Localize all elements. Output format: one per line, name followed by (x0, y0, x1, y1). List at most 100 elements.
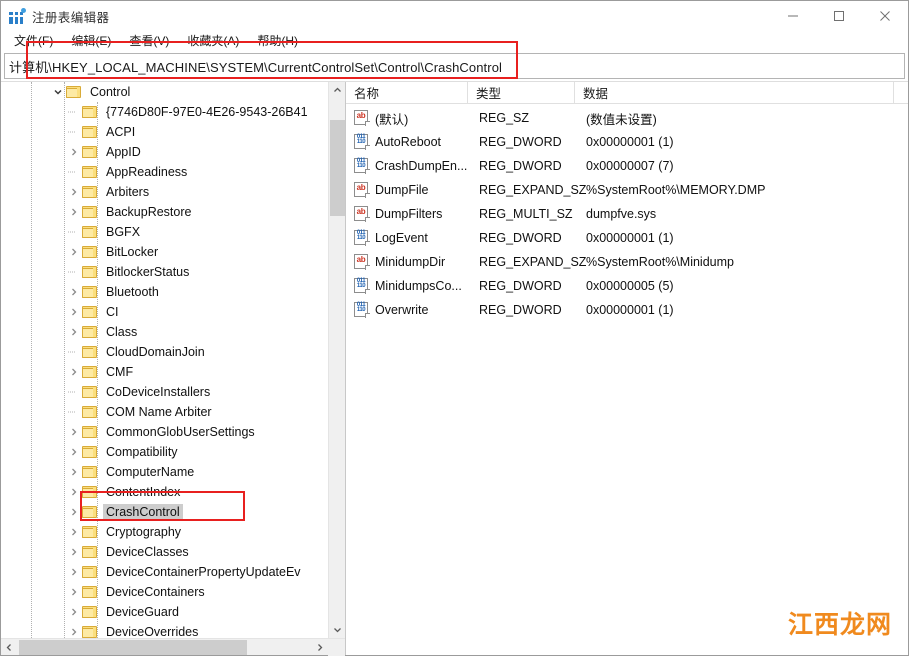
tree-hscroll-thumb[interactable] (19, 640, 247, 655)
value-row[interactable]: 011 110 AutoReboot REG_DWORD 0x00000001 (1) (346, 130, 908, 154)
tree-item[interactable]: DeviceContainers (1, 582, 326, 602)
address-bar[interactable]: 计算机\HKEY_LOCAL_MACHINE\SYSTEM\CurrentCon… (4, 53, 905, 79)
tree-item-label: ContentIndex (106, 485, 181, 499)
value-row[interactable]: 011 110 MinidumpsCo... REG_DWORD 0x00000005 … (346, 274, 908, 298)
tree-item[interactable]: BitLocker (1, 242, 326, 262)
tree-item[interactable]: DeviceOverrides (1, 622, 326, 638)
tree-item-label: CI (106, 305, 119, 319)
minimize-button[interactable] (770, 1, 816, 31)
chevron-right-icon[interactable] (66, 422, 82, 442)
menu-item-2[interactable]: 编辑(E) (62, 32, 120, 51)
tree-item[interactable]: CloudDomainJoin (1, 342, 326, 362)
dword-value-icon: 011 110 (354, 158, 370, 174)
chevron-right-icon[interactable] (66, 442, 82, 462)
folder-icon (82, 605, 98, 619)
menu-item-4[interactable]: 收藏夹(A) (178, 32, 248, 51)
tree-horizontal-scrollbar[interactable] (1, 638, 345, 656)
tree-leaf-connector (66, 222, 82, 242)
chevron-right-icon[interactable] (66, 362, 82, 382)
tree-item[interactable]: AppReadiness (1, 162, 326, 182)
tree-area: Control {7746D80F-97E0-4E26-9543-26B41 ACP… (1, 82, 345, 638)
tree-item[interactable]: BGFX (1, 222, 326, 242)
tree-item-label: Class (106, 325, 138, 339)
tree-item[interactable]: {7746D80F-97E0-4E26-9543-26B41 (1, 102, 326, 122)
chevron-right-icon[interactable] (66, 542, 82, 562)
value-row[interactable]: ab DumpFilters REG_MULTI_SZ dumpfve.sys (346, 202, 908, 226)
chevron-right-icon[interactable] (66, 182, 82, 202)
tree-item[interactable]: CoDeviceInstallers (1, 382, 326, 402)
tree-item-label: BitLocker (106, 245, 159, 259)
tree-item[interactable]: DeviceClasses (1, 542, 326, 562)
registry-values-list: ab (默认) REG_SZ (数值未设置) 011 110 AutoReboot REG_D… (346, 104, 908, 655)
tree-item-label: AppReadiness (106, 165, 188, 179)
chevron-right-icon[interactable] (66, 522, 82, 542)
chevron-right-icon[interactable] (66, 142, 82, 162)
tree-item[interactable]: CI (1, 302, 326, 322)
chevron-right-icon[interactable] (66, 482, 82, 502)
tree-item[interactable]: AppID (1, 142, 326, 162)
value-row[interactable]: 011 110 LogEvent REG_DWORD 0x00000001 (1) (346, 226, 908, 250)
tree-item[interactable]: BackupRestore (1, 202, 326, 222)
value-row[interactable]: ab MinidumpDir REG_EXPAND_SZ %SystemRoot%\M… (346, 250, 908, 274)
tree-item[interactable]: ContentIndex (1, 482, 326, 502)
tree-item[interactable]: Bluetooth (1, 282, 326, 302)
tree-item-label: COM Name Arbiter (106, 405, 212, 419)
chevron-down-icon[interactable] (50, 82, 66, 102)
tree-item[interactable]: DeviceContainerPropertyUpdateEv (1, 562, 326, 582)
tree-item[interactable]: ComputerName (1, 462, 326, 482)
tree-item[interactable]: DeviceGuard (1, 602, 326, 622)
watermark: 江西龙网 (787, 610, 892, 639)
tree-item[interactable]: ACPI (1, 122, 326, 142)
chevron-right-icon[interactable] (66, 202, 82, 222)
scroll-left-icon[interactable] (1, 639, 18, 656)
value-type: REG_DWORD (479, 303, 562, 317)
scroll-right-icon[interactable] (311, 639, 328, 656)
column-header-data[interactable]: 数据 (575, 82, 894, 103)
value-row[interactable]: ab DumpFile REG_EXPAND_SZ %SystemRoot%\MEMO… (346, 178, 908, 202)
tree-item-label: CrashControl (103, 504, 183, 520)
menu-item-3[interactable]: 查看(V) (120, 32, 178, 51)
close-button[interactable] (862, 1, 908, 31)
chevron-right-icon[interactable] (66, 562, 82, 582)
value-type: REG_DWORD (479, 159, 562, 173)
tree-item[interactable]: Cryptography (1, 522, 326, 542)
tree-item[interactable]: CommonGlobUserSettings (1, 422, 326, 442)
chevron-right-icon[interactable] (66, 302, 82, 322)
folder-icon (82, 305, 98, 319)
column-header-name[interactable]: 名称 (346, 82, 468, 103)
chevron-right-icon[interactable] (66, 502, 82, 522)
scroll-down-icon[interactable] (329, 621, 345, 638)
scroll-up-icon[interactable] (329, 82, 345, 99)
chevron-right-icon[interactable] (66, 622, 82, 638)
chevron-right-icon[interactable] (66, 602, 82, 622)
value-row[interactable]: 011 110 CrashDumpEn... REG_DWORD 0x00000007 … (346, 154, 908, 178)
tree-leaf-connector (66, 102, 82, 122)
value-row[interactable]: ab (默认) REG_SZ (数值未设置) (346, 106, 908, 130)
tree-item[interactable]: COM Name Arbiter (1, 402, 326, 422)
folder-icon (82, 465, 98, 479)
string-value-icon: ab (354, 182, 370, 198)
dword-value-icon: 011 110 (354, 134, 370, 150)
tree-item[interactable]: CMF (1, 362, 326, 382)
tree-item[interactable]: Arbiters (1, 182, 326, 202)
chevron-right-icon[interactable] (66, 322, 82, 342)
tree-vertical-scrollbar[interactable] (328, 82, 345, 638)
menu-item-5[interactable]: 帮助(H) (248, 32, 307, 51)
column-header-type[interactable]: 类型 (468, 82, 575, 103)
chevron-right-icon[interactable] (66, 582, 82, 602)
chevron-right-icon[interactable] (66, 242, 82, 262)
chevron-right-icon[interactable] (66, 462, 82, 482)
folder-icon (82, 225, 98, 239)
menu-item-1[interactable]: 文件(F) (5, 32, 62, 51)
folder-icon (82, 285, 98, 299)
tree-item[interactable]: Class (1, 322, 326, 342)
maximize-button[interactable] (816, 1, 862, 31)
tree-item-selected[interactable]: CrashControl (1, 502, 326, 522)
tree-item[interactable]: BitlockerStatus (1, 262, 326, 282)
value-row[interactable]: 011 110 Overwrite REG_DWORD 0x00000001 (1) (346, 298, 908, 322)
chevron-right-icon[interactable] (66, 282, 82, 302)
tree-item[interactable]: Compatibility (1, 442, 326, 462)
value-name: CrashDumpEn... (375, 159, 468, 173)
tree-scroll-thumb[interactable] (330, 120, 345, 216)
tree-item[interactable]: Control (1, 82, 326, 102)
